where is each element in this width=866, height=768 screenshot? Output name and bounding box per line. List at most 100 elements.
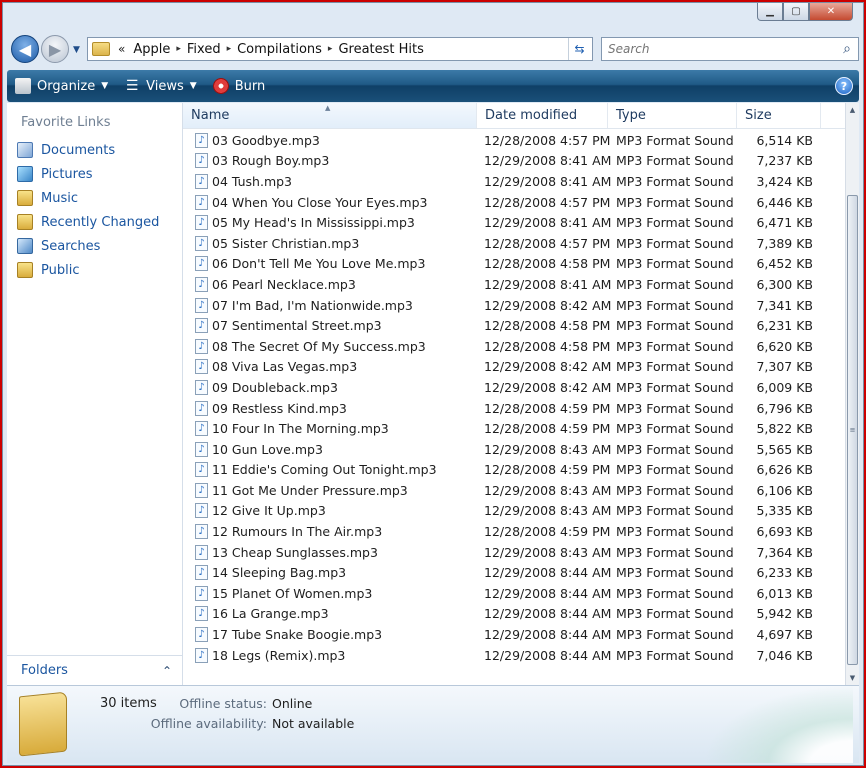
audio-file-icon: ♪ xyxy=(195,503,208,519)
column-header-date[interactable]: Date modified xyxy=(477,103,608,128)
table-row[interactable]: ♪ 17 Tube Snake Boogie.mp3 12/29/2008 8:44… xyxy=(183,624,845,645)
column-header-type[interactable]: Type xyxy=(608,103,737,128)
search-icon[interactable]: ⌕ xyxy=(836,41,858,57)
file-type: MP3 Format Sound xyxy=(616,503,734,519)
favorite-searches[interactable]: Searches xyxy=(7,234,182,258)
table-row[interactable]: ♪ 11 Eddie's Coming Out Tonight.mp3 12/28/… xyxy=(183,460,845,481)
table-row[interactable]: ♪ 10 Four In The Morning.mp3 12/28/2008 4:… xyxy=(183,418,845,439)
file-name-cell: ♪ 18 Legs (Remix).mp3 xyxy=(183,647,477,663)
table-row[interactable]: ♪ 11 Got Me Under Pressure.mp3 12/29/2008 … xyxy=(183,480,845,501)
table-row[interactable]: ♪ 04 Tush.mp3 12/29/2008 8:41 AM MP3 Format… xyxy=(183,171,845,192)
favorite-pictures[interactable]: Pictures xyxy=(7,162,182,186)
table-row[interactable]: ♪ 08 Viva Las Vegas.mp3 12/29/2008 8:42 AM… xyxy=(183,357,845,378)
favorite-label: Recently Changed xyxy=(41,214,160,230)
favorite-public[interactable]: Public xyxy=(7,258,182,282)
column-header-name[interactable]: ▲ Name xyxy=(183,103,477,128)
file-date: 12/29/2008 8:41 AM xyxy=(484,173,612,189)
file-name-cell: ♪ 07 Sentimental Street.mp3 xyxy=(183,318,477,334)
favorite-recently-changed[interactable]: Recently Changed xyxy=(7,210,182,234)
maximize-button[interactable]: ▢ xyxy=(783,3,809,21)
folder-thumbnail-icon xyxy=(19,691,67,757)
scroll-up-icon[interactable]: ▲ xyxy=(846,103,859,117)
table-row[interactable]: ♪ 06 Pearl Necklace.mp3 12/29/2008 8:41 AM… xyxy=(183,274,845,295)
file-name-cell: ♪ 05 Sister Christian.mp3 xyxy=(183,235,477,251)
minimize-button[interactable]: ▁ xyxy=(757,3,783,21)
file-name: 09 Doubleback.mp3 xyxy=(212,379,338,395)
folders-toggle[interactable]: Folders ⌃ xyxy=(7,655,182,685)
table-row[interactable]: ♪ 07 I'm Bad, I'm Nationwide.mp3 12/29/200… xyxy=(183,295,845,316)
file-date: 12/28/2008 4:57 PM xyxy=(484,132,611,148)
forward-button[interactable]: ▶ xyxy=(41,35,69,63)
table-row[interactable]: ♪ 05 My Head's In Mississippi.mp3 12/29/20… xyxy=(183,212,845,233)
file-name-cell: ♪ 11 Eddie's Coming Out Tonight.mp3 xyxy=(183,462,477,478)
file-name-cell: ♪ 12 Give It Up.mp3 xyxy=(183,503,477,519)
file-name: 08 Viva Las Vegas.mp3 xyxy=(212,359,358,375)
file-name: 06 Pearl Necklace.mp3 xyxy=(212,276,356,292)
audio-file-icon: ♪ xyxy=(195,379,208,395)
views-button[interactable]: ☰ Views ▼ xyxy=(116,70,205,102)
file-name-cell: ♪ 04 Tush.mp3 xyxy=(183,173,477,189)
details-pane: 30 items Offline status: Online Offline … xyxy=(7,685,859,763)
breadcrumb-greatest-hits[interactable]: Greatest Hits xyxy=(332,42,429,57)
table-row[interactable]: ♪ 06 Don't Tell Me You Love Me.mp3 12/28/2… xyxy=(183,254,845,275)
file-type: MP3 Format Sound xyxy=(616,194,734,210)
file-type: MP3 Format Sound xyxy=(616,482,734,498)
forward-arrow-icon: ▶ xyxy=(48,39,62,59)
organize-button[interactable]: Organize ▼ xyxy=(7,70,116,102)
table-row[interactable]: ♪ 09 Doubleback.mp3 12/29/2008 8:42 AM MP3 … xyxy=(183,377,845,398)
file-type: MP3 Format Sound xyxy=(616,153,734,169)
file-name: 08 The Secret Of My Success.mp3 xyxy=(212,338,426,354)
file-size: 7,389 KB xyxy=(756,235,813,251)
column-header-size[interactable]: Size xyxy=(737,103,821,128)
close-button[interactable]: ✕ xyxy=(809,3,853,21)
search-input[interactable] xyxy=(602,42,836,56)
scroll-down-icon[interactable]: ▼ xyxy=(846,671,859,685)
table-row[interactable]: ♪ 14 Sleeping Bag.mp3 12/29/2008 8:44 AM MP… xyxy=(183,562,845,583)
table-row[interactable]: ♪ 03 Rough Boy.mp3 12/29/2008 8:41 AM MP3 F… xyxy=(183,151,845,172)
breadcrumb-overflow-icon[interactable]: « xyxy=(110,42,127,56)
refresh-button[interactable]: ⇆ xyxy=(568,38,590,60)
table-row[interactable]: ♪ 10 Gun Love.mp3 12/29/2008 8:43 AM MP3 Fo… xyxy=(183,439,845,460)
file-date: 12/29/2008 8:43 AM xyxy=(484,482,612,498)
column-headers: ▲ Name Date modified Type Size xyxy=(183,103,845,129)
file-type: MP3 Format Sound xyxy=(616,256,734,272)
address-bar[interactable]: « Apple ▸ Fixed ▸ Compilations ▸ Greates… xyxy=(87,37,593,61)
file-size: 6,471 KB xyxy=(756,215,813,231)
back-button[interactable]: ◀ xyxy=(11,35,39,63)
table-row[interactable]: ♪ 07 Sentimental Street.mp3 12/28/2008 4:5… xyxy=(183,315,845,336)
file-name: 03 Rough Boy.mp3 xyxy=(212,153,330,169)
favorite-label: Searches xyxy=(41,238,101,254)
scrollbar-thumb[interactable]: ≡ xyxy=(847,195,858,665)
breadcrumb-fixed[interactable]: Fixed xyxy=(181,42,227,57)
audio-file-icon: ♪ xyxy=(195,359,208,375)
command-bar: Organize ▼ ☰ Views ▼ Burn ? xyxy=(7,70,859,102)
file-name-cell: ♪ 09 Restless Kind.mp3 xyxy=(183,400,477,416)
table-row[interactable]: ♪ 12 Rumours In The Air.mp3 12/28/2008 4:5… xyxy=(183,521,845,542)
table-row[interactable]: ♪ 04 When You Close Your Eyes.mp3 12/28/20… xyxy=(183,192,845,213)
breadcrumb-compilations[interactable]: Compilations xyxy=(231,42,328,57)
recent-pages-dropdown-icon[interactable]: ▼ xyxy=(73,45,80,55)
offline-status-value: Online xyxy=(272,696,313,711)
file-name: 03 Goodbye.mp3 xyxy=(212,132,320,148)
file-name: 12 Give It Up.mp3 xyxy=(212,503,326,519)
table-row[interactable]: ♪ 12 Give It Up.mp3 12/29/2008 8:43 AM MP3 … xyxy=(183,501,845,522)
audio-file-icon: ♪ xyxy=(195,647,208,663)
file-size: 6,620 KB xyxy=(756,338,813,354)
table-row[interactable]: ♪ 03 Goodbye.mp3 12/28/2008 4:57 PM MP3 For… xyxy=(183,130,845,151)
table-row[interactable]: ♪ 05 Sister Christian.mp3 12/28/2008 4:57 … xyxy=(183,233,845,254)
table-row[interactable]: ♪ 15 Planet Of Women.mp3 12/29/2008 8:44 A… xyxy=(183,583,845,604)
favorite-music[interactable]: Music xyxy=(7,186,182,210)
burn-button[interactable]: Burn xyxy=(205,70,274,102)
help-icon[interactable]: ? xyxy=(835,77,853,95)
audio-file-icon: ♪ xyxy=(195,421,208,437)
table-row[interactable]: ♪ 18 Legs (Remix).mp3 12/29/2008 8:44 AM MP… xyxy=(183,645,845,666)
vertical-scrollbar[interactable]: ▲ ≡ ▼ xyxy=(845,103,859,685)
breadcrumb-apple[interactable]: Apple xyxy=(127,42,176,57)
table-row[interactable]: ♪ 16 La Grange.mp3 12/29/2008 8:44 AM MP3 F… xyxy=(183,604,845,625)
favorite-label: Music xyxy=(41,190,78,206)
favorite-documents[interactable]: Documents xyxy=(7,138,182,162)
table-row[interactable]: ♪ 08 The Secret Of My Success.mp3 12/28/20… xyxy=(183,336,845,357)
audio-file-icon: ♪ xyxy=(195,400,208,416)
table-row[interactable]: ♪ 09 Restless Kind.mp3 12/28/2008 4:59 PM M… xyxy=(183,398,845,419)
table-row[interactable]: ♪ 13 Cheap Sunglasses.mp3 12/29/2008 8:43 … xyxy=(183,542,845,563)
